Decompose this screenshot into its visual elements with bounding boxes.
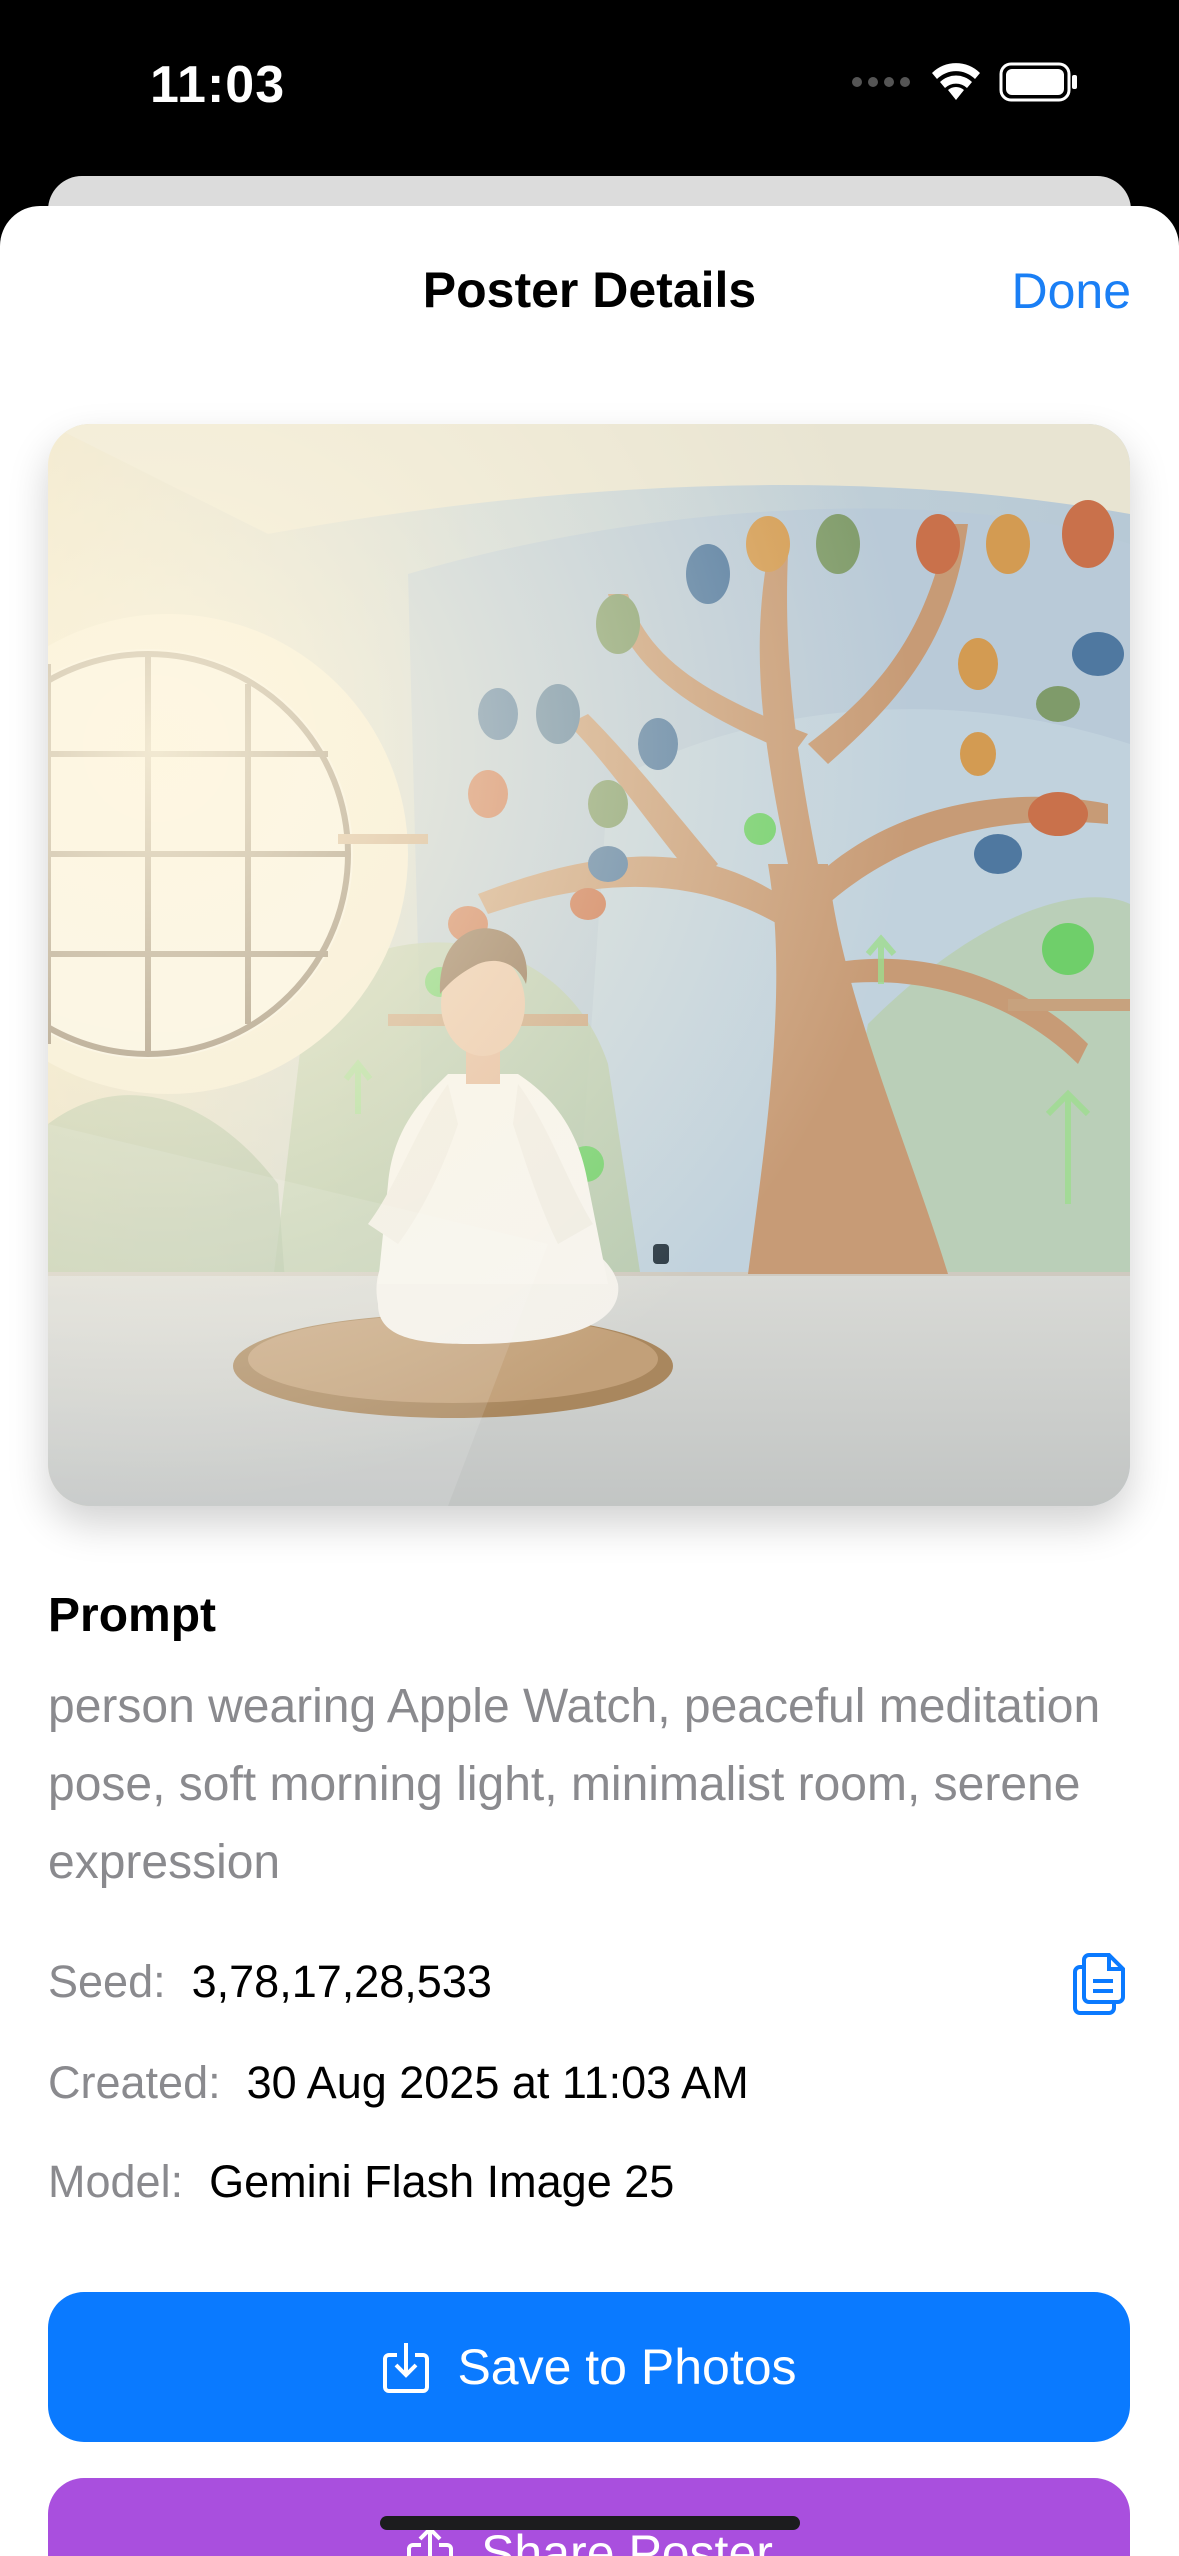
- model-value: Gemini Flash Image 25: [209, 2156, 675, 2207]
- seed-value: 3,78,17,28,533: [191, 1956, 492, 2007]
- cellular-signal-icon: [852, 77, 910, 87]
- model-label: Model:: [48, 2156, 184, 2207]
- home-indicator[interactable]: [380, 2516, 800, 2530]
- prompt-text: person wearing Apple Watch, peaceful med…: [48, 1680, 1101, 1889]
- created-row: Created: 30 Aug 2025 at 11:03 AM: [48, 2057, 749, 2109]
- status-icons: [851, 62, 1079, 102]
- model-row: Model: Gemini Flash Image 25: [48, 2156, 674, 2208]
- poster-image[interactable]: [48, 424, 1130, 1506]
- poster-details-sheet: Poster Details Done Prompt person wearin…: [0, 206, 1179, 2556]
- meditation-poster-illustration: [48, 424, 1130, 1506]
- seed-label: Seed:: [48, 1956, 166, 2007]
- battery-icon: [999, 62, 1077, 102]
- created-label: Created:: [48, 2057, 221, 2108]
- created-value: 30 Aug 2025 at 11:03 AM: [246, 2057, 749, 2108]
- copy-icon[interactable]: [1071, 1951, 1131, 2017]
- save-button-label: Save to Photos: [457, 2339, 797, 2395]
- wifi-icon: [932, 63, 980, 100]
- prompt-heading: Prompt: [48, 1589, 216, 1642]
- status-time: 11:03: [150, 56, 286, 114]
- seed-row: Seed: 3,78,17,28,533: [48, 1956, 492, 2008]
- download-icon: [383, 2343, 430, 2393]
- done-button[interactable]: Done: [1011, 262, 1131, 320]
- save-to-photos-button[interactable]: Save to Photos: [48, 2292, 1130, 2442]
- page-title: Poster Details: [422, 262, 757, 318]
- status-bar: 11:03: [0, 0, 1179, 170]
